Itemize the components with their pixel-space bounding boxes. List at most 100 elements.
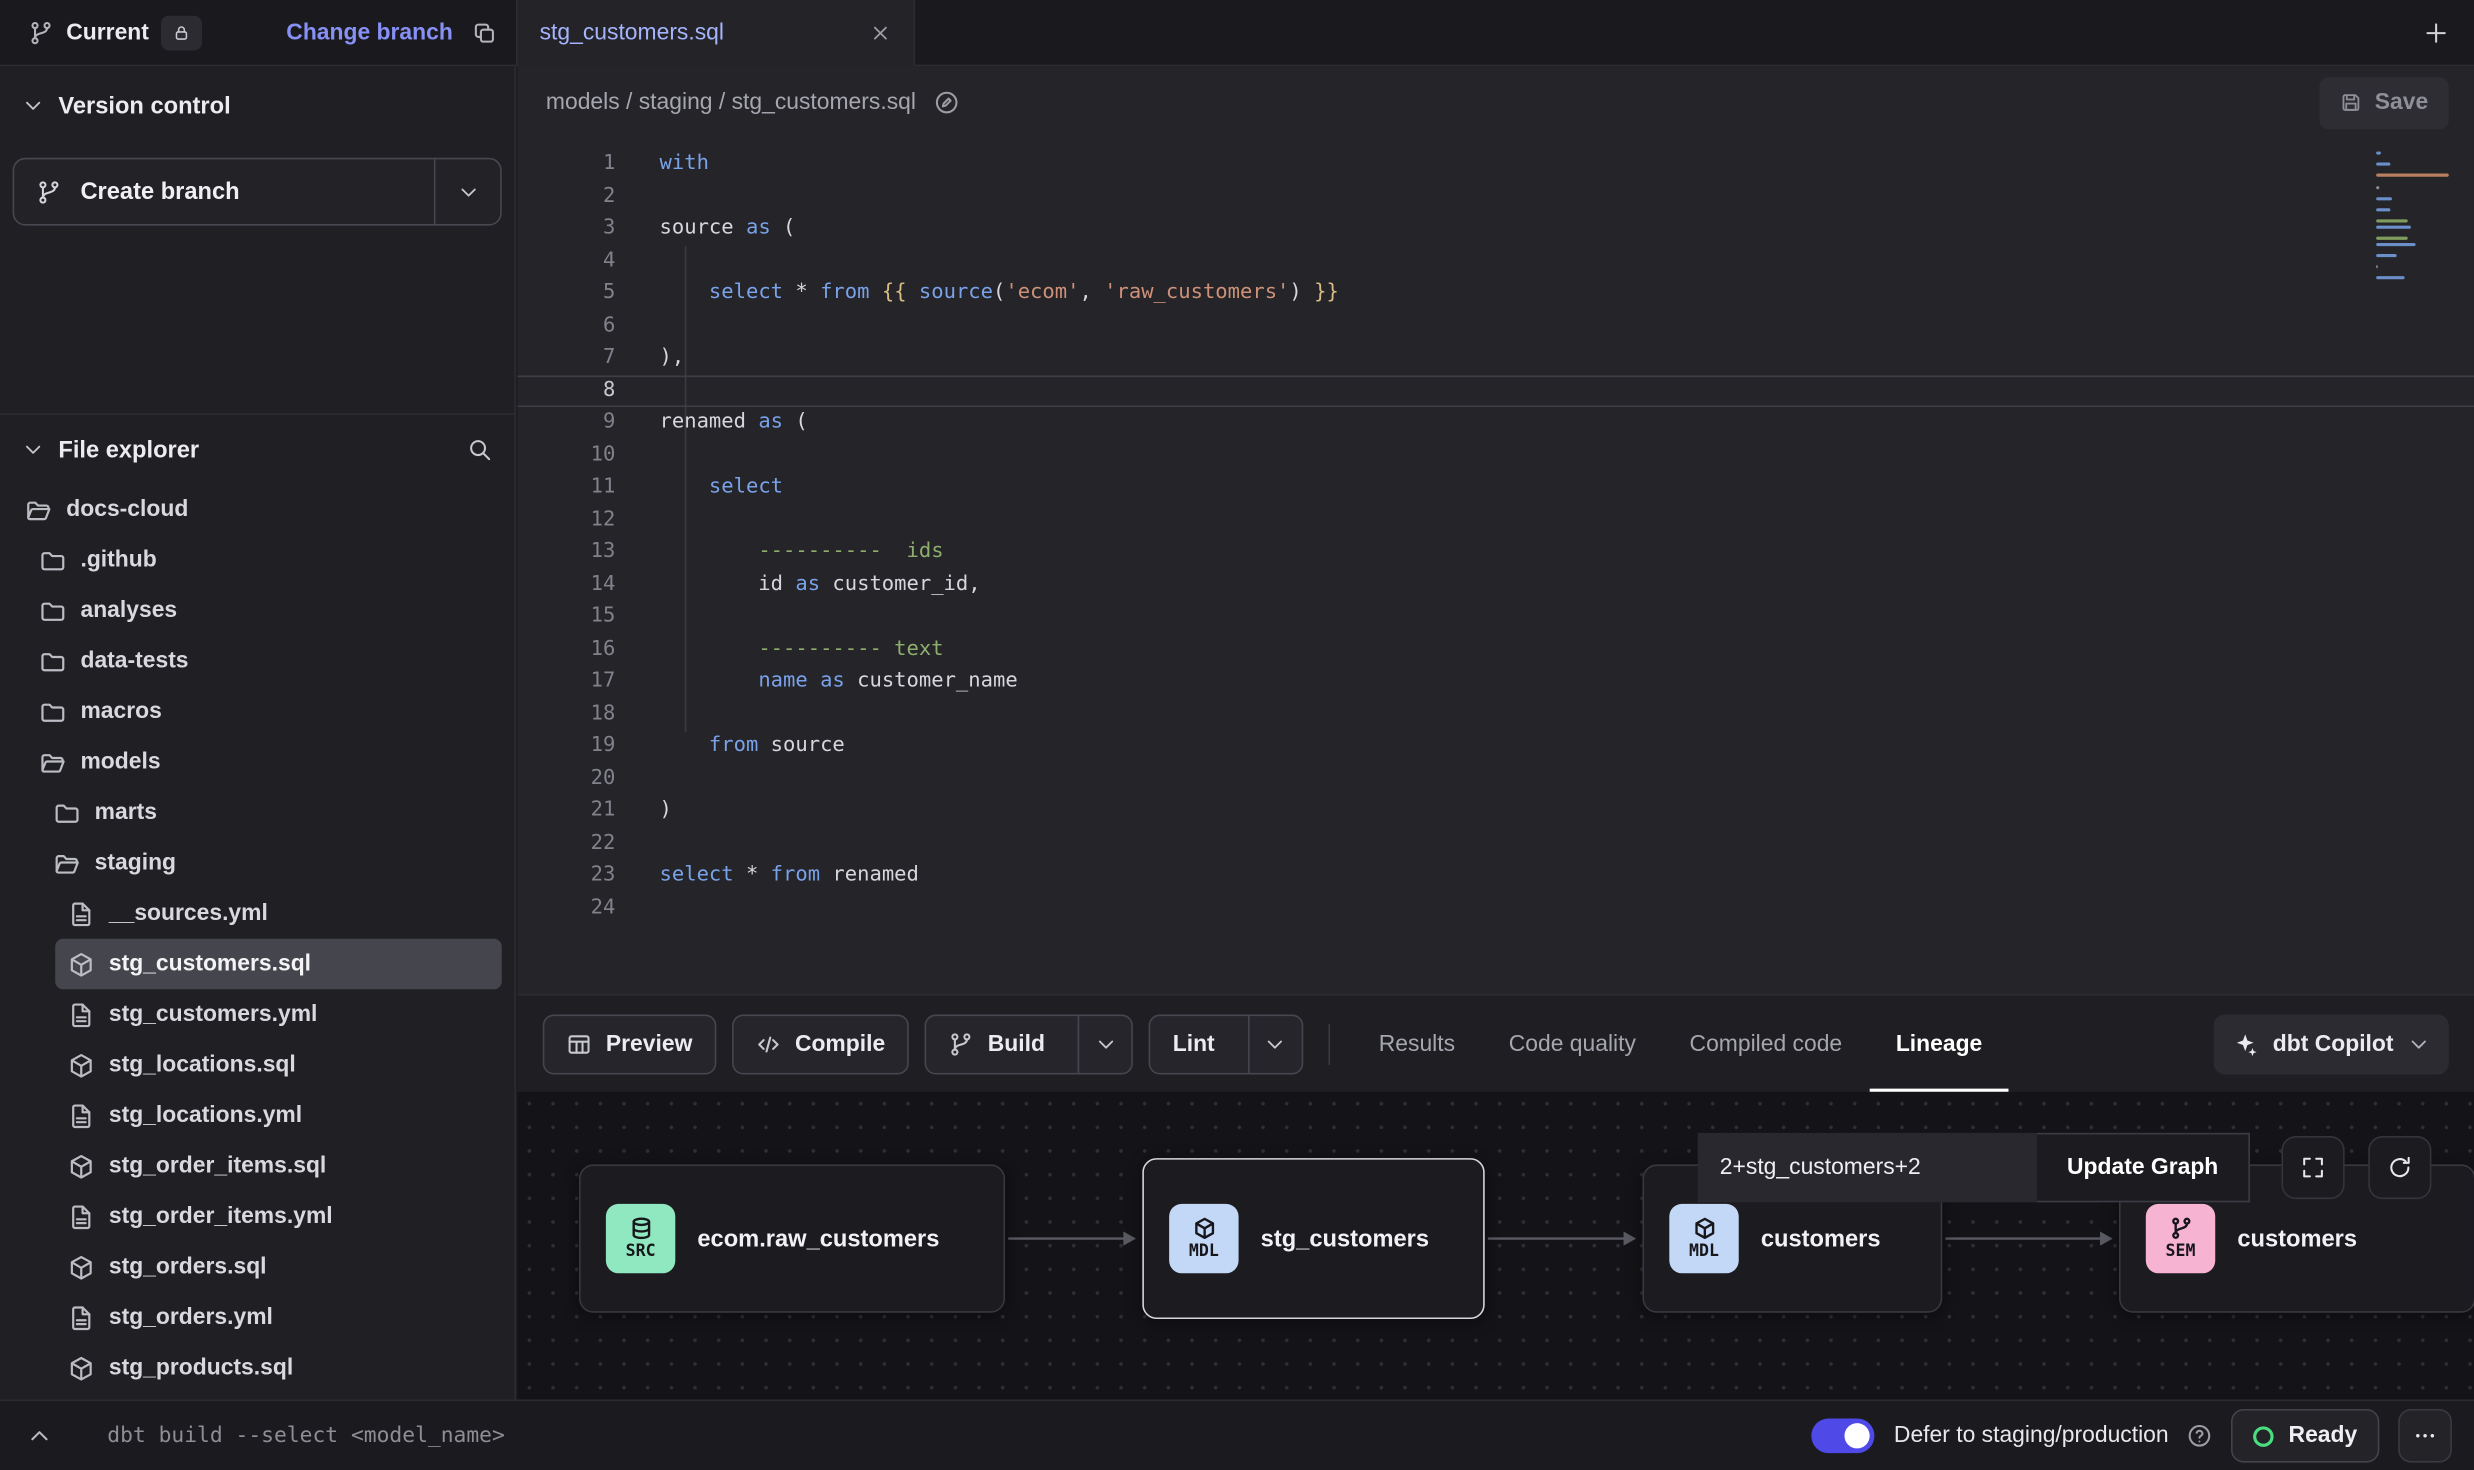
file-tree-item-stg_orders.sql[interactable]: stg_orders.sql	[55, 1242, 502, 1292]
branch-icon	[28, 20, 53, 45]
file-tree-item-analyses[interactable]: analyses	[27, 585, 502, 635]
code-line-3[interactable]: 3source as (	[518, 213, 2474, 245]
code-line-12[interactable]: 12	[518, 504, 2474, 536]
file-tree-item-macros[interactable]: macros	[27, 686, 502, 736]
ready-status-button[interactable]: Ready	[2232, 1409, 2380, 1463]
file-tree-item-data-tests[interactable]: data-tests	[27, 636, 502, 686]
change-branch-link[interactable]: Change branch	[286, 20, 453, 45]
code-line-6[interactable]: 6	[518, 310, 2474, 342]
code-line-17[interactable]: 17 name as customer_name	[518, 666, 2474, 698]
cube-icon	[1192, 1216, 1216, 1240]
code-line-13[interactable]: 13 ---------- ids	[518, 536, 2474, 568]
code-line-14[interactable]: 14 id as customer_id,	[518, 569, 2474, 601]
code-line-11[interactable]: 11 select	[518, 472, 2474, 504]
file-tree-item-__sources.yml[interactable]: __sources.yml	[55, 888, 502, 938]
chevron-down-icon	[1095, 1033, 1117, 1055]
file-tree-item-stg_locations.yml[interactable]: stg_locations.yml	[55, 1090, 502, 1140]
build-dropdown[interactable]	[1078, 1015, 1132, 1072]
code-line-1[interactable]: 1with	[518, 148, 2474, 180]
code-line-16[interactable]: 16 ---------- text	[518, 633, 2474, 665]
file-tree-item-marts[interactable]: marts	[41, 787, 502, 837]
code-line-8[interactable]: 8	[518, 375, 2474, 407]
code-line-24[interactable]: 24	[518, 892, 2474, 924]
file-tree-item-docs-cloud[interactable]: docs-cloud	[13, 484, 502, 534]
table-icon	[566, 1031, 591, 1056]
line-number: 21	[518, 795, 616, 827]
file-tree-item-.github[interactable]: .github	[27, 535, 502, 585]
preview-button[interactable]: Preview	[543, 1014, 716, 1074]
code-line-9[interactable]: 9renamed as (	[518, 407, 2474, 439]
file-tree-item-stg_customers.yml[interactable]: stg_customers.yml	[55, 989, 502, 1039]
code-line-23[interactable]: 23select * from renamed	[518, 860, 2474, 892]
file-tree-item-stg_customers.sql[interactable]: stg_customers.sql	[55, 939, 502, 989]
expand-command-bar-button[interactable]	[16, 1423, 63, 1448]
breadcrumb: models / staging / stg_customers.sql	[546, 90, 916, 115]
create-branch-main[interactable]: Create branch	[14, 159, 434, 224]
file-tree-item-stg_locations.sql[interactable]: stg_locations.sql	[55, 1040, 502, 1090]
minimap-line	[2376, 163, 2391, 166]
chevron-down-icon	[1264, 1033, 1286, 1055]
code-editor[interactable]: 1with23source as (45 select * from {{ so…	[518, 139, 2474, 994]
code-line-18[interactable]: 18	[518, 698, 2474, 730]
code-line-2[interactable]: 2	[518, 181, 2474, 213]
lint-main[interactable]: Lint	[1151, 1015, 1234, 1072]
panel-tab-code-quality[interactable]: Code quality	[1482, 996, 1663, 1092]
file-tree-item-stg_products.sql[interactable]: stg_products.sql	[55, 1343, 502, 1393]
create-branch-dropdown[interactable]	[434, 159, 500, 224]
build-button[interactable]: Build	[925, 1014, 1134, 1074]
code-line-19[interactable]: 19 from source	[518, 731, 2474, 763]
file-tree-item-stg_order_items.yml[interactable]: stg_order_items.yml	[55, 1191, 502, 1241]
minimap-line	[2376, 265, 2377, 268]
panel-tab-lineage[interactable]: Lineage	[1869, 996, 2009, 1092]
file-tree-item-stg_order_items.sql[interactable]: stg_order_items.sql	[55, 1141, 502, 1191]
fullscreen-button[interactable]	[2281, 1136, 2344, 1199]
new-tab-button[interactable]	[2424, 20, 2449, 45]
code-line-15[interactable]: 15	[518, 601, 2474, 633]
refresh-button[interactable]	[2368, 1136, 2431, 1199]
file-tree-item-staging[interactable]: staging	[41, 838, 502, 888]
file-tree-item-stg_orders.yml[interactable]: stg_orders.yml	[55, 1292, 502, 1342]
create-branch-button[interactable]: Create branch	[13, 158, 502, 226]
lint-button[interactable]: Lint	[1149, 1014, 1303, 1074]
file-explorer-header[interactable]: File explorer	[0, 415, 514, 484]
code-line-10[interactable]: 10	[518, 439, 2474, 471]
panel-tab-results[interactable]: Results	[1352, 996, 1482, 1092]
search-icon[interactable]	[467, 437, 492, 462]
line-number: 3	[518, 213, 616, 245]
defer-toggle[interactable]	[1812, 1418, 1875, 1453]
copy-branch-button[interactable]	[472, 20, 497, 45]
minimap-line	[2376, 151, 2381, 154]
lineage-selector-input[interactable]: 2+stg_customers+2	[1698, 1133, 2037, 1202]
update-graph-button[interactable]: Update Graph	[2037, 1133, 2250, 1202]
save-button[interactable]: Save	[2320, 77, 2449, 129]
panel-tab-compiled-code[interactable]: Compiled code	[1663, 996, 1869, 1092]
line-number: 2	[518, 181, 616, 213]
cube-icon	[68, 1254, 95, 1281]
lint-dropdown[interactable]	[1248, 1015, 1302, 1072]
code-line-21[interactable]: 21)	[518, 795, 2474, 827]
minimap-line	[2376, 271, 2452, 274]
lineage-node-src-ecom.raw_customers[interactable]: SRCecom.raw_customers	[579, 1164, 1005, 1312]
code-line-22[interactable]: 22	[518, 828, 2474, 860]
code-line-4[interactable]: 4	[518, 245, 2474, 277]
minimap-line	[2376, 214, 2452, 217]
compile-button[interactable]: Compile	[732, 1014, 909, 1074]
edit-icon[interactable]	[933, 90, 958, 115]
minimap-line	[2376, 276, 2404, 279]
version-control-header[interactable]: Version control	[0, 66, 514, 145]
editor-tab-stg-customers[interactable]: stg_customers.sql	[516, 0, 915, 66]
code-line-20[interactable]: 20	[518, 763, 2474, 795]
file-tree-item-models[interactable]: models	[27, 737, 502, 787]
build-main[interactable]: Build	[926, 1015, 1064, 1072]
line-number: 9	[518, 407, 616, 439]
lineage-node-mdl-stg_customers[interactable]: MDLstg_customers	[1142, 1158, 1484, 1319]
minimap[interactable]	[2376, 151, 2452, 285]
code-line-5[interactable]: 5 select * from {{ source('ecom', 'raw_c…	[518, 278, 2474, 310]
code-line-7[interactable]: 7),	[518, 342, 2474, 374]
dbt-copilot-button[interactable]: dbt Copilot	[2214, 1014, 2448, 1074]
command-input[interactable]: dbt build --select <model_name>	[107, 1423, 505, 1448]
help-icon[interactable]	[2188, 1423, 2213, 1448]
tab-close-icon[interactable]	[869, 22, 891, 44]
file-name: stg_order_items.yml	[109, 1204, 333, 1229]
more-options-button[interactable]	[2398, 1409, 2452, 1463]
